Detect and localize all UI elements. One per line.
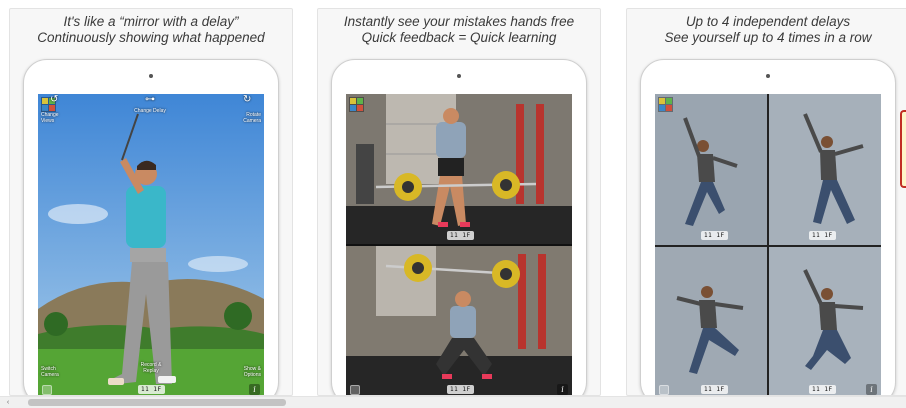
camera-dot bbox=[766, 74, 770, 78]
next-card-edge[interactable] bbox=[900, 110, 906, 188]
delay-timer-2: 11 1F bbox=[809, 231, 836, 240]
caption-line-1: Up to 4 independent delays bbox=[685, 14, 851, 29]
delay-timer-1: 11 1F bbox=[701, 231, 728, 240]
ipad-frame: 11 1F 11 1F i bbox=[331, 59, 587, 395]
screenshot-card-mirror[interactable]: It's like a “mirror with a delay” Contin… bbox=[9, 8, 293, 396]
rotate-left-icon[interactable]: ↺ bbox=[50, 94, 58, 105]
change-views-label: Change Views bbox=[41, 112, 59, 124]
grid-view-icon[interactable] bbox=[658, 97, 673, 112]
rotate-camera-icon[interactable]: ↻ bbox=[243, 94, 251, 105]
caption-line-1: It's like a “mirror with a delay” bbox=[63, 14, 239, 29]
switch-camera-button[interactable] bbox=[350, 385, 360, 395]
caption: It's like a “mirror with a delay” Contin… bbox=[10, 14, 292, 46]
screenshot-card-dance[interactable]: Up to 4 independent delays See yourself … bbox=[626, 8, 906, 396]
device-screen: 11 1F 11 1F i bbox=[346, 94, 572, 395]
switch-camera-button[interactable] bbox=[42, 385, 52, 395]
switch-camera-button[interactable] bbox=[659, 385, 669, 395]
info-icon[interactable]: i bbox=[249, 384, 260, 395]
show-options-label: Show & Options bbox=[243, 366, 261, 378]
caption-line-2: See yourself up to 4 times in a row bbox=[664, 30, 872, 45]
camera-dot bbox=[457, 74, 461, 78]
info-icon[interactable]: i bbox=[866, 384, 877, 395]
switch-camera-label: Switch Camera bbox=[41, 366, 59, 378]
change-delay-label: Change Delay bbox=[134, 108, 166, 114]
delay-timer: 11 1F bbox=[138, 385, 165, 394]
caption: Up to 4 independent delays See yourself … bbox=[627, 14, 906, 46]
camera-dot bbox=[149, 74, 153, 78]
delay-timer-3: 11 1F bbox=[701, 385, 728, 394]
device-screen: 11 1F 11 1F 11 1F 11 1F i bbox=[655, 94, 881, 395]
caption-line-2: Continuously showing what happened bbox=[37, 30, 265, 45]
delay-timer-top: 11 1F bbox=[447, 231, 474, 240]
rotate-camera-label: Rotate Camera bbox=[243, 112, 261, 124]
screenshot-card-weightlifting[interactable]: Instantly see your mistakes hands free Q… bbox=[317, 8, 601, 396]
delay-timer-bottom: 11 1F bbox=[447, 385, 474, 394]
record-replay-label: Record & Replay bbox=[140, 362, 162, 374]
horizontal-scrollbar[interactable]: ‹ bbox=[0, 396, 906, 408]
grid-view-icon[interactable] bbox=[349, 97, 364, 112]
info-icon[interactable]: i bbox=[557, 384, 568, 395]
weightlifting-photo bbox=[346, 94, 572, 395]
ipad-frame: ↺ Change Views Change Delay ⊶ ↻ Rotate C… bbox=[23, 59, 279, 395]
caption-line-2: Quick feedback = Quick learning bbox=[361, 30, 557, 45]
delay-timer-4: 11 1F bbox=[809, 385, 836, 394]
caption: Instantly see your mistakes hands free Q… bbox=[318, 14, 600, 46]
scroll-thumb[interactable] bbox=[28, 399, 286, 406]
dancer-quad-photo bbox=[655, 94, 881, 395]
device-screen: ↺ Change Views Change Delay ⊶ ↻ Rotate C… bbox=[38, 94, 264, 395]
ipad-frame: 11 1F 11 1F 11 1F 11 1F i bbox=[640, 59, 896, 395]
golfer-photo bbox=[38, 94, 264, 395]
scroll-left-arrow-icon[interactable]: ‹ bbox=[2, 397, 14, 408]
delay-slider-icon[interactable]: ⊶ bbox=[145, 94, 155, 105]
caption-line-1: Instantly see your mistakes hands free bbox=[343, 14, 575, 29]
